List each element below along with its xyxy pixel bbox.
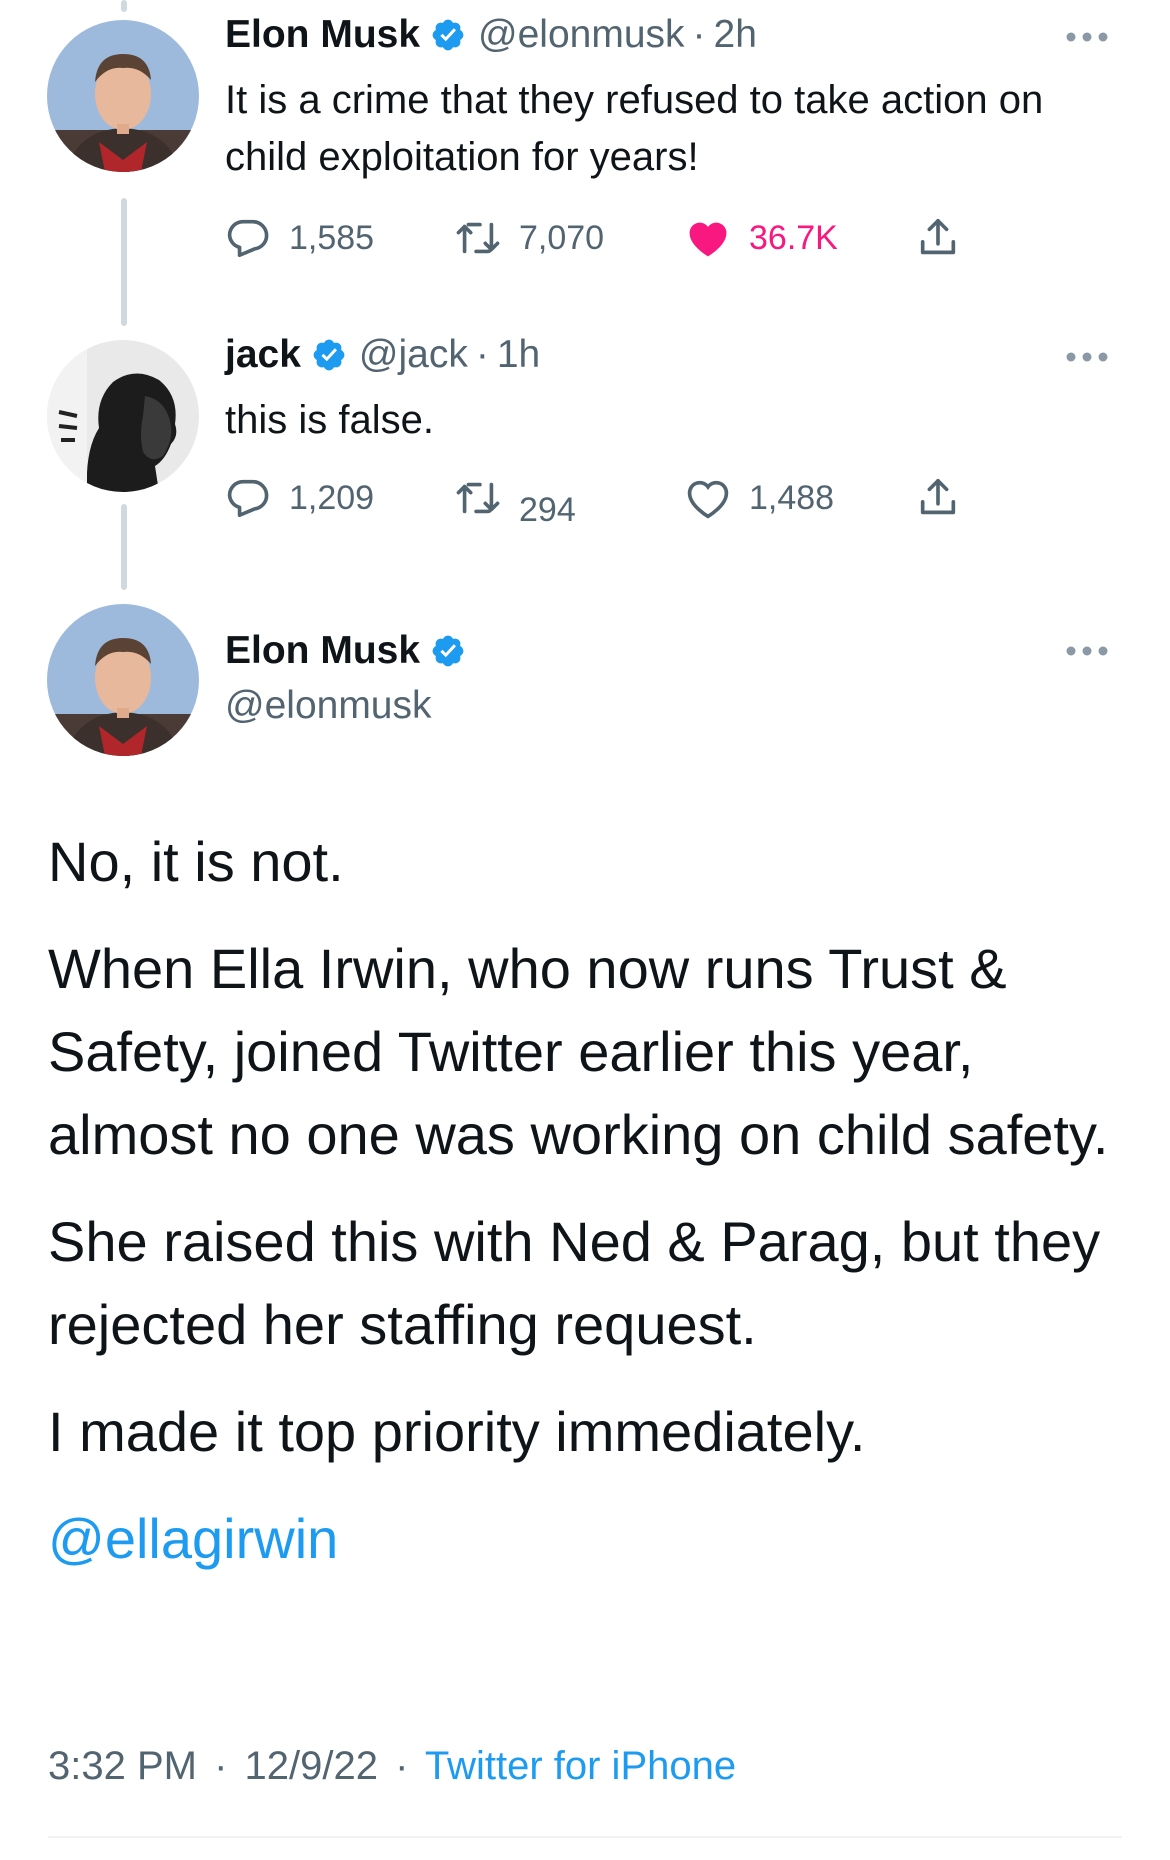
display-name[interactable]: Elon Musk bbox=[225, 628, 420, 674]
avatar[interactable] bbox=[47, 340, 199, 492]
retweet-button[interactable]: 7,070 bbox=[455, 210, 604, 266]
main-tweet-name-row: Elon Musk bbox=[225, 628, 478, 674]
post-date[interactable]: 12/9/22 bbox=[245, 1744, 378, 1788]
reply-button[interactable]: 1,209 bbox=[225, 470, 374, 526]
retweet-count: 7,070 bbox=[519, 218, 605, 257]
like-button[interactable]: 1,488 bbox=[685, 470, 834, 526]
more-options-icon[interactable] bbox=[1064, 350, 1110, 364]
share-button[interactable] bbox=[915, 210, 979, 266]
verified-badge-icon bbox=[432, 19, 464, 51]
reply-count: 1,209 bbox=[289, 478, 375, 517]
tweet-text: this is false. bbox=[225, 398, 434, 442]
tweet-paragraph: No, it is not. bbox=[48, 830, 344, 893]
tweet-paragraph: When Ella Irwin, who now runs Trust & Sa… bbox=[48, 937, 1109, 1166]
mention-link[interactable]: @ellagirwin bbox=[48, 1497, 1128, 1580]
separator: · bbox=[395, 1744, 409, 1788]
thread-line bbox=[121, 198, 127, 326]
retweet-icon bbox=[456, 482, 500, 514]
tweet-header: jack @jack · 1h bbox=[225, 332, 540, 378]
thread-line bbox=[121, 504, 127, 590]
tweet-paragraph: She raised this with Ned & Parag, but th… bbox=[48, 1210, 1101, 1356]
divider bbox=[48, 1836, 1122, 1838]
verified-badge-icon bbox=[432, 635, 464, 667]
action-bar: 1,585 7,070 36.7K bbox=[225, 210, 985, 266]
separator: · bbox=[475, 333, 489, 376]
share-button[interactable] bbox=[915, 470, 979, 526]
share-icon bbox=[920, 218, 956, 255]
like-count: 36.7K bbox=[749, 218, 838, 257]
reply-button[interactable]: 1,585 bbox=[225, 210, 374, 266]
action-bar: 1,209 294 1,488 bbox=[225, 470, 985, 529]
display-name[interactable]: Elon Musk bbox=[225, 12, 420, 58]
avatar[interactable] bbox=[47, 20, 199, 172]
avatar-image bbox=[47, 604, 199, 756]
reply-icon bbox=[227, 219, 269, 258]
like-icon bbox=[689, 222, 727, 257]
avatar-image bbox=[47, 340, 199, 492]
avatar-image bbox=[47, 20, 199, 172]
tweet-paragraph: I made it top priority immediately. bbox=[48, 1400, 866, 1463]
more-options-icon[interactable] bbox=[1064, 644, 1110, 658]
like-count: 1,488 bbox=[749, 478, 835, 517]
separator: · bbox=[214, 1744, 228, 1788]
more-options-icon[interactable] bbox=[1064, 30, 1110, 44]
timestamp[interactable]: 1h bbox=[497, 332, 540, 378]
main-tweet-body: No, it is not. When Ella Irwin, who now … bbox=[48, 820, 1128, 1580]
avatar[interactable] bbox=[47, 604, 199, 756]
like-icon bbox=[687, 480, 729, 519]
post-time[interactable]: 3:32 PM bbox=[48, 1744, 197, 1788]
retweet-count: 294 bbox=[519, 490, 576, 529]
tweet-header: Elon Musk @elonmusk · 2h bbox=[225, 12, 757, 58]
share-icon bbox=[920, 478, 956, 515]
display-name[interactable]: jack bbox=[225, 332, 301, 378]
reply-icon bbox=[227, 479, 269, 518]
reply-count: 1,585 bbox=[289, 218, 375, 257]
like-button[interactable]: 36.7K bbox=[685, 210, 838, 266]
handle[interactable]: @elonmusk bbox=[478, 12, 685, 58]
thread-line-top bbox=[121, 0, 127, 12]
handle[interactable]: @elonmusk bbox=[225, 683, 432, 729]
verified-badge-icon bbox=[313, 339, 345, 371]
retweet-icon bbox=[456, 222, 500, 254]
handle[interactable]: @jack bbox=[359, 332, 468, 378]
source-link[interactable]: Twitter for iPhone bbox=[425, 1744, 736, 1788]
timestamp[interactable]: 2h bbox=[714, 12, 757, 58]
tweet-text: It is a crime that they refused to take … bbox=[225, 78, 1044, 179]
retweet-button[interactable]: 294 bbox=[455, 470, 576, 529]
tweet-meta: 3:32 PM · 12/9/22 · Twitter for iPhone bbox=[48, 1744, 736, 1789]
separator: · bbox=[692, 13, 706, 56]
